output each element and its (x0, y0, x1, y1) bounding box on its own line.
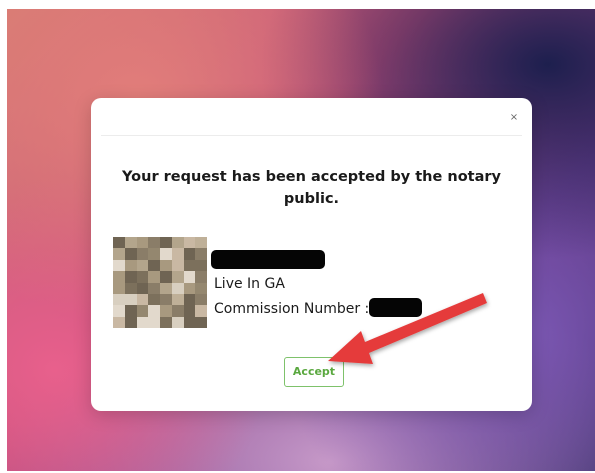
avatar-pixel (183, 248, 196, 260)
modal-header: × (101, 98, 522, 136)
avatar-pixel (171, 259, 184, 272)
avatar-pixel (124, 282, 137, 294)
avatar-pixel (183, 316, 196, 328)
avatar-pixel (171, 237, 184, 249)
avatar-pixel (160, 271, 172, 283)
avatar-pixel (113, 248, 125, 260)
avatar-pixel (148, 293, 160, 306)
avatar-pixel (160, 293, 172, 306)
avatar-pixel (195, 259, 207, 272)
avatar-pixel (148, 316, 160, 328)
notary-avatar (113, 237, 207, 328)
avatar-pixel (171, 282, 184, 294)
avatar-pixel (171, 271, 184, 283)
avatar-pixel (195, 248, 207, 260)
avatar-pixel (171, 293, 184, 306)
avatar-pixel (136, 248, 149, 260)
avatar-pixel (195, 237, 207, 249)
avatar-pixel (113, 293, 125, 306)
avatar-pixel (183, 259, 196, 272)
avatar-pixel (148, 259, 160, 272)
close-icon[interactable]: × (508, 112, 520, 124)
commission-number-label: Commission Number : (214, 301, 370, 317)
avatar-pixel (136, 259, 149, 272)
avatar-pixel (183, 293, 196, 306)
avatar-pixel (136, 293, 149, 306)
avatar-pixel (113, 271, 125, 283)
redacted-notary-name (211, 250, 325, 269)
modal-title: Your request has been accepted by the no… (122, 169, 501, 207)
redacted-commission-number (369, 298, 422, 317)
avatar-pixel (195, 271, 207, 283)
avatar-pixel (171, 316, 184, 328)
avatar-pixel (160, 237, 172, 249)
avatar-pixel (195, 305, 207, 317)
avatar-pixel (136, 282, 149, 294)
avatar-pixel (160, 259, 172, 272)
avatar-pixel (183, 271, 196, 283)
avatar-pixel (124, 271, 137, 283)
avatar-pixel (183, 282, 196, 294)
avatar-pixel (183, 305, 196, 317)
avatar-pixel (160, 316, 172, 328)
avatar-pixel (148, 271, 160, 283)
avatar-pixel (148, 282, 160, 294)
avatar-pixel (124, 305, 137, 317)
avatar-pixel (136, 271, 149, 283)
avatar-pixel (148, 248, 160, 260)
avatar-pixel (160, 282, 172, 294)
avatar-pixel (183, 237, 196, 249)
background-wallpaper: × Your request has been accepted by the … (7, 9, 595, 471)
avatar-pixel (124, 316, 137, 328)
avatar-pixel (160, 305, 172, 317)
avatar-pixel (113, 316, 125, 328)
accept-button[interactable]: Accept (284, 357, 344, 387)
avatar-pixel (113, 259, 125, 272)
avatar-pixel (124, 259, 137, 272)
avatar-pixel (195, 282, 207, 294)
notary-location: Live In GA (214, 276, 285, 292)
avatar-pixel (113, 305, 125, 317)
avatar-pixel (136, 305, 149, 317)
avatar-pixel (124, 248, 137, 260)
avatar-pixel (113, 282, 125, 294)
avatar-pixel (136, 237, 149, 249)
avatar-pixel (195, 316, 207, 328)
avatar-pixel (171, 248, 184, 260)
avatar-pixel (124, 293, 137, 306)
avatar-pixel (148, 237, 160, 249)
avatar-pixel (160, 248, 172, 260)
avatar-pixel (113, 237, 125, 249)
avatar-pixel (136, 316, 149, 328)
avatar-pixel (124, 237, 137, 249)
avatar-pixel (148, 305, 160, 317)
avatar-pixel (195, 293, 207, 306)
notary-accepted-modal: × Your request has been accepted by the … (91, 98, 532, 411)
avatar-pixel (171, 305, 184, 317)
